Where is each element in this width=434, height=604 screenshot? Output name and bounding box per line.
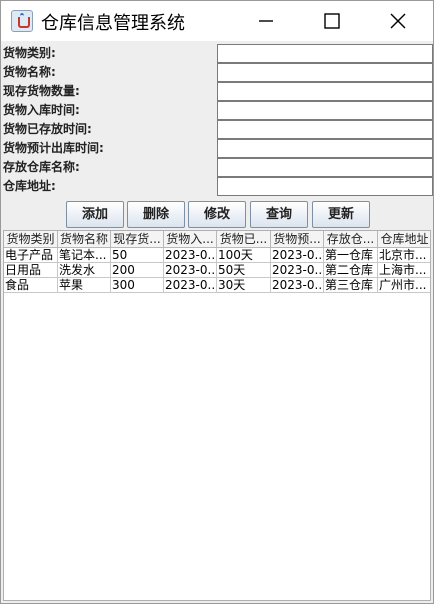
expected-outbound-field[interactable] [217, 139, 433, 158]
column-header[interactable]: 货物预... [271, 231, 324, 248]
table-header-row: 货物类别 货物名称 现存货... 货物入... 货物已... 货物预... 存放… [4, 231, 430, 248]
table-cell[interactable]: 笔记本... [58, 248, 111, 263]
column-header[interactable]: 仓库地址 [378, 231, 430, 248]
column-header[interactable]: 货物类别 [4, 231, 58, 248]
table-cell[interactable]: 50天 [217, 263, 271, 278]
column-header[interactable]: 存放仓... [324, 231, 378, 248]
maximize-icon [324, 13, 340, 29]
close-icon [390, 13, 406, 29]
table-cell[interactable]: 苹果 [58, 278, 111, 293]
table-cell[interactable]: 30天 [217, 278, 271, 293]
inbound-time-field[interactable] [217, 101, 433, 120]
column-header[interactable]: 现存货... [111, 231, 164, 248]
table-row[interactable]: 电子产品 笔记本... 50 2023-0... 100天 2023-0... … [4, 248, 430, 263]
goods-category-field[interactable] [217, 44, 433, 63]
table-cell[interactable]: 日用品 [4, 263, 58, 278]
warehouse-address-label: 仓库地址: [3, 179, 56, 193]
table-cell[interactable]: 2023-0... [164, 263, 217, 278]
maximize-button[interactable] [309, 1, 355, 41]
close-button[interactable] [375, 1, 421, 41]
warehouse-name-label: 存放仓库名称: [3, 160, 80, 174]
table-cell[interactable]: 洗发水 [58, 263, 111, 278]
table-cell[interactable]: 2023-0... [271, 248, 324, 263]
goods-category-label: 货物类别: [3, 46, 56, 60]
stored-duration-field[interactable] [217, 120, 433, 139]
table-cell[interactable]: 食品 [4, 278, 58, 293]
app-window: 仓库信息管理系统 货物类别: 货物名称: 现存货物数量: 货物入库时间: 货物已… [0, 0, 434, 604]
table-cell[interactable]: 2023-0... [164, 248, 217, 263]
table-cell[interactable]: 100天 [217, 248, 271, 263]
table-cell[interactable]: 300 [111, 278, 164, 293]
stock-quantity-label: 现存货物数量: [3, 84, 80, 98]
table-cell[interactable]: 电子产品 [4, 248, 58, 263]
table-cell[interactable]: 第二仓库 [324, 263, 378, 278]
goods-name-field[interactable] [217, 63, 433, 82]
window-title: 仓库信息管理系统 [41, 13, 185, 34]
table-cell[interactable]: 2023-0... [271, 263, 324, 278]
update-button[interactable]: 更新 [312, 201, 370, 228]
delete-button[interactable]: 删除 [127, 201, 185, 228]
table-cell[interactable]: 2023-0... [271, 278, 324, 293]
table-cell[interactable]: 50 [111, 248, 164, 263]
table-cell[interactable]: 广州市... [378, 278, 430, 293]
goods-table[interactable]: 货物类别 货物名称 现存货... 货物入... 货物已... 货物预... 存放… [3, 230, 431, 601]
add-button[interactable]: 添加 [66, 201, 124, 228]
table-cell[interactable]: 北京市... [378, 248, 430, 263]
warehouse-name-field[interactable] [217, 158, 433, 177]
java-cup-icon [11, 10, 33, 32]
minimize-button[interactable] [243, 1, 289, 41]
main-panel: 货物类别: 货物名称: 现存货物数量: 货物入库时间: 货物已存放时间: 货物预… [1, 41, 433, 603]
warehouse-address-field[interactable] [217, 177, 433, 196]
minimize-icon [259, 20, 273, 22]
table-cell[interactable]: 第三仓库 [324, 278, 378, 293]
query-button[interactable]: 查询 [250, 201, 308, 228]
column-header[interactable]: 货物名称 [58, 231, 111, 248]
table-row[interactable]: 食品 苹果 300 2023-0... 30天 2023-0... 第三仓库 广… [4, 278, 430, 293]
goods-name-label: 货物名称: [3, 65, 56, 79]
table-cell[interactable]: 第一仓库 [324, 248, 378, 263]
modify-button[interactable]: 修改 [188, 201, 246, 228]
column-header[interactable]: 货物入... [164, 231, 217, 248]
expected-outbound-label: 货物预计出库时间: [3, 141, 104, 155]
title-bar[interactable]: 仓库信息管理系统 [1, 1, 433, 41]
table-cell[interactable]: 上海市... [378, 263, 430, 278]
table-cell[interactable]: 2023-0... [164, 278, 217, 293]
table-row[interactable]: 日用品 洗发水 200 2023-0... 50天 2023-0... 第二仓库… [4, 263, 430, 278]
table-cell[interactable]: 200 [111, 263, 164, 278]
column-header[interactable]: 货物已... [217, 231, 271, 248]
stock-quantity-field[interactable] [217, 82, 433, 101]
inbound-time-label: 货物入库时间: [3, 103, 80, 117]
stored-duration-label: 货物已存放时间: [3, 122, 92, 136]
